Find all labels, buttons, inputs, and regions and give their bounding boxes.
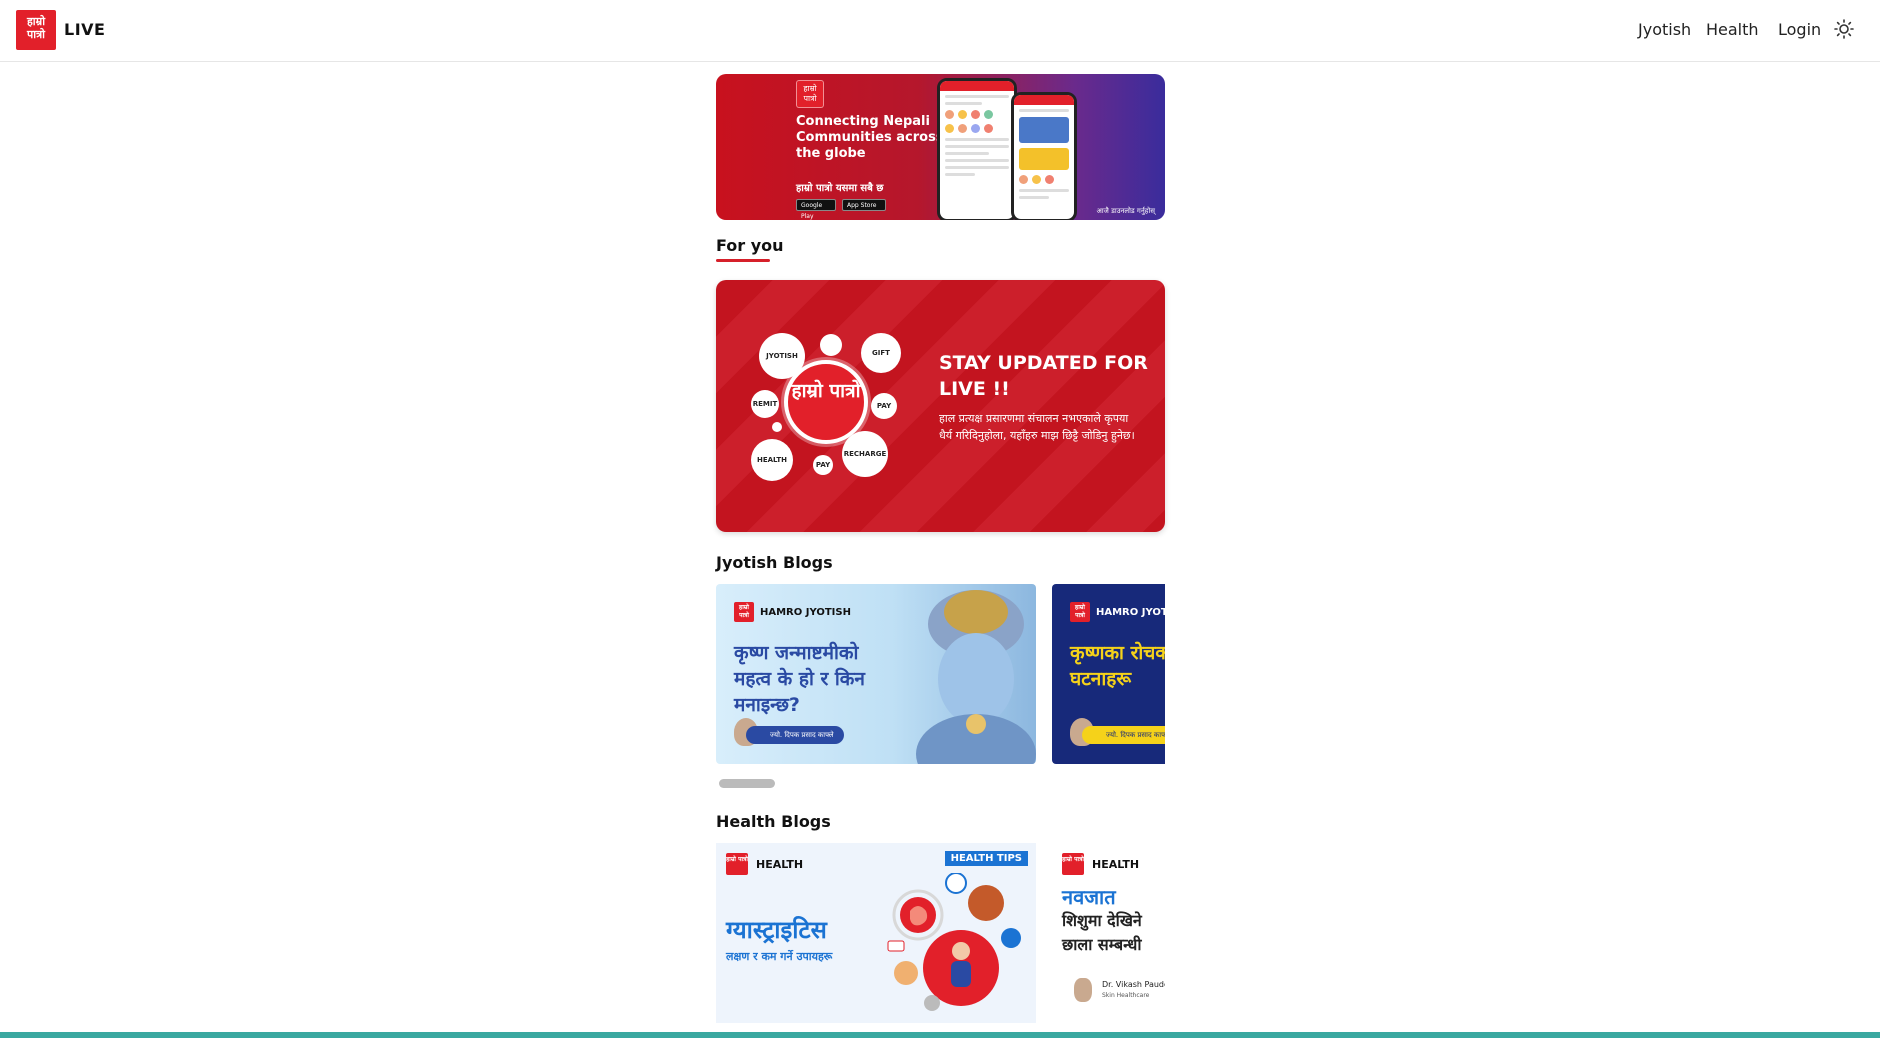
promo-bubble: PAY bbox=[813, 455, 833, 475]
banner-corner-text: आजै डाउनलोड गर्नुहोस् bbox=[1096, 207, 1155, 215]
live-label[interactable]: LIVE bbox=[64, 20, 105, 39]
jyotish-blog-card[interactable]: हाम्रो पात्रो HAMRO JYOTISH कृष्ण जन्माष… bbox=[716, 584, 1036, 764]
jyotish-card-headline: कृष्ण जन्माष्टमीको महत्व के हो र किन मना… bbox=[734, 642, 865, 716]
promo-bubble: PAY bbox=[871, 393, 897, 419]
health-card-headline: ग्यास्ट्राइटिस bbox=[726, 916, 827, 944]
for-you-tab[interactable]: For you bbox=[716, 236, 784, 255]
health-card-headline: नवजात bbox=[1062, 885, 1116, 909]
brand-label: HAMRO JYOTISH bbox=[760, 606, 851, 618]
health-card-headline: छाला सम्बन्धी bbox=[1062, 935, 1142, 954]
promo-bubble: REMIT bbox=[751, 390, 779, 418]
jyotish-card-brand: हाम्रो पात्रो HAMRO JYOTISH bbox=[1070, 602, 1165, 622]
promo-bubble: RECHARGE bbox=[842, 431, 888, 477]
health-tips-badge: HEALTH TIPS bbox=[944, 851, 1028, 866]
banner-subline: हाम्रो पात्रो यसमा सबै छ bbox=[796, 183, 884, 194]
jyotish-blogs-carousel[interactable]: हाम्रो पात्रो HAMRO JYOTISH कृष्ण जन्माष… bbox=[716, 584, 1165, 764]
brand-logo-icon: हाम्रो पात्रो bbox=[1070, 602, 1090, 622]
nav-login-link[interactable]: Login bbox=[1778, 20, 1821, 39]
hamro-patro-logo[interactable]: हाम्रो पात्रो bbox=[16, 10, 56, 50]
health-blogs-carousel[interactable]: हाम्रो पात्रो HEALTH HEALTH TIPS ग्यास्ट… bbox=[716, 843, 1165, 1023]
phone-mockup bbox=[937, 78, 1017, 220]
health-card-headline: शिशुमा देखिने bbox=[1062, 911, 1142, 930]
banner-logo: हाम्रो पात्रो bbox=[796, 80, 824, 108]
nav-health-link[interactable]: Health bbox=[1706, 20, 1759, 39]
promo-bubble: GIFT bbox=[861, 333, 901, 373]
promo-bubble-dot bbox=[772, 422, 782, 432]
health-card-brand: हाम्रो पात्रो HEALTH bbox=[1062, 853, 1139, 875]
for-you-tab-indicator bbox=[716, 259, 770, 262]
phone-mockup bbox=[1011, 92, 1077, 220]
jyotish-card-headline: कृष्णका रोचक घटनाहरू bbox=[1070, 642, 1165, 690]
brand-logo-icon: हाम्रो पात्रो bbox=[734, 602, 754, 622]
health-blogs-heading: Health Blogs bbox=[716, 812, 831, 831]
health-blog-card[interactable]: हाम्रो पात्रो HEALTH नवजात शिशुमा देखिने… bbox=[1052, 843, 1165, 1023]
promo-bubble-dot bbox=[820, 334, 842, 356]
promo-title: STAY UPDATED FOR LIVE !! bbox=[939, 352, 1148, 400]
jyotish-card-brand: हाम्रो पात्रो HAMRO JYOTISH bbox=[734, 602, 851, 622]
jyotish-blogs-heading: Jyotish Blogs bbox=[716, 553, 833, 572]
health-card-brand: हाम्रो पात्रो HEALTH bbox=[726, 853, 803, 875]
app-download-banner[interactable]: हाम्रो पात्रो Connecting Nepali Communit… bbox=[716, 74, 1165, 220]
banner-headline: Connecting Nepali Communities across the… bbox=[796, 114, 944, 161]
health-card-subheadline: लक्षण र कम गर्ने उपायहरू bbox=[726, 950, 833, 963]
health-blog-card[interactable]: हाम्रो पात्रो HEALTH HEALTH TIPS ग्यास्ट… bbox=[716, 843, 1036, 1023]
app-store-badge[interactable]: App Store bbox=[842, 199, 886, 211]
page-bottom-accent bbox=[0, 1032, 1880, 1038]
jyotish-blog-card[interactable]: हाम्रो पात्रो HAMRO JYOTISH कृष्णका रोचक… bbox=[1052, 584, 1165, 764]
doctor-avatar bbox=[1074, 978, 1092, 1002]
promo-center-logo: हाम्रो पात्रो bbox=[784, 360, 868, 444]
promo-bubble: HEALTH bbox=[751, 439, 793, 481]
author-tag: ज्यो. दिपक प्रसाद काफ्ले bbox=[1082, 726, 1165, 744]
brand-label: HEALTH bbox=[756, 857, 804, 871]
carousel-scrollbar[interactable] bbox=[719, 779, 775, 788]
krishna-illustration bbox=[916, 590, 1036, 764]
brand-label: HAMRO JYOTISH bbox=[1096, 606, 1165, 618]
brand-logo-icon: हाम्रो पात्रो bbox=[1062, 853, 1084, 875]
brand-label: HEALTH bbox=[1092, 857, 1140, 871]
sun-icon[interactable] bbox=[1834, 19, 1854, 39]
brand-logo-icon: हाम्रो पात्रो bbox=[726, 853, 748, 875]
stay-updated-card[interactable]: JYOTISH GIFT REMIT PAY HEALTH PAY RECHAR… bbox=[716, 280, 1165, 532]
google-play-badge[interactable]: Google Play bbox=[796, 199, 836, 220]
nav-jyotish-link[interactable]: Jyotish bbox=[1638, 20, 1691, 39]
author-tag: ज्यो. दिपक प्रसाद काफ्ले bbox=[746, 726, 844, 744]
doctor-role: Skin Healthcare bbox=[1102, 992, 1150, 999]
doctor-name: Dr. Vikash Paudel bbox=[1102, 980, 1165, 989]
gastritis-illustration bbox=[887, 873, 1021, 1011]
top-header: हाम्रो पात्रो LIVE Jyotish Health Login bbox=[0, 0, 1880, 62]
promo-description: हाल प्रत्यक्ष प्रसारणमा संचालन नभएकाले क… bbox=[939, 412, 1135, 442]
